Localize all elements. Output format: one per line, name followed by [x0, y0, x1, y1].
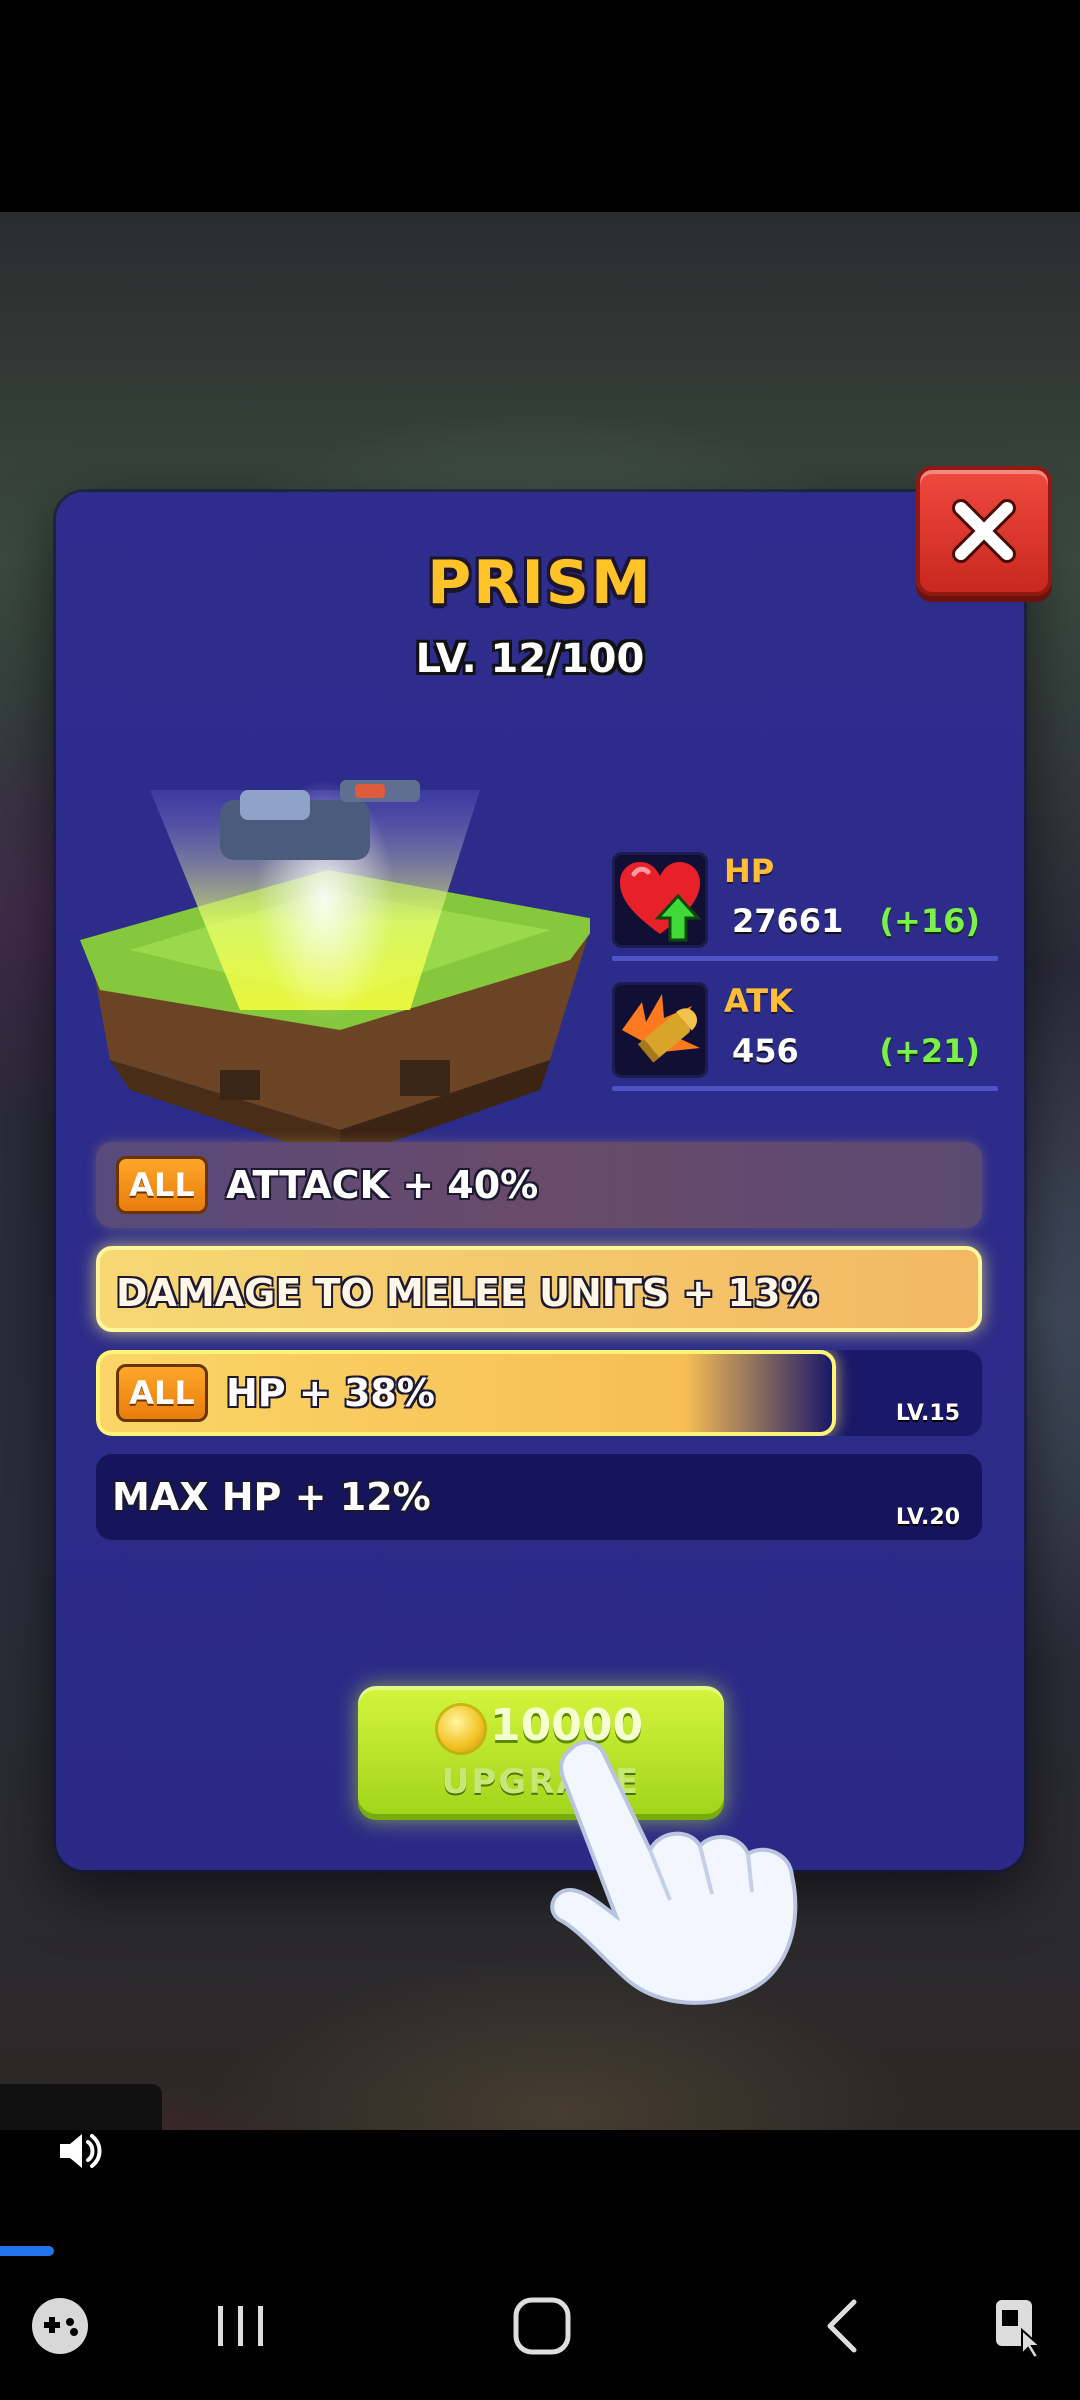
unit-artwork	[80, 780, 590, 1160]
skill-text: ATTACK + 40%	[226, 1163, 539, 1207]
screenshot-icon[interactable]	[982, 2290, 1062, 2362]
stat-bonus: (+16)	[879, 902, 980, 940]
skill-scope-badge: ALL	[116, 1364, 208, 1422]
stat-hp: HP 27661 (+16)	[612, 852, 998, 961]
divider	[612, 956, 998, 961]
skill-row: ALL ATTACK + 40%	[96, 1142, 982, 1228]
skill-row: DAMAGE TO MELEE UNITS + 13%	[96, 1246, 982, 1332]
skill-row: MAX HP + 12% LV.20	[96, 1454, 982, 1540]
video-controls-bar	[0, 2130, 1080, 2250]
stat-value: 27661	[732, 902, 844, 940]
divider	[612, 1086, 998, 1091]
heart-up-icon	[612, 852, 708, 948]
pointing-hand-icon	[550, 1740, 798, 2005]
recent-apps-icon[interactable]	[200, 2290, 280, 2362]
skill-text: DAMAGE TO MELEE UNITS + 13%	[116, 1271, 819, 1315]
skill-text: HP + 38%	[226, 1371, 435, 1415]
home-icon[interactable]	[502, 2290, 582, 2362]
video-progress-bar[interactable]	[0, 2246, 54, 2256]
skill-unlock-level: LV.15	[895, 1401, 960, 1426]
stat-name: HP	[724, 852, 775, 890]
stat-value: 456	[732, 1032, 799, 1070]
stat-name: ATK	[724, 982, 793, 1020]
stat-atk: ATK 456 (+21)	[612, 982, 998, 1091]
speaker-icon[interactable]	[54, 2124, 108, 2178]
unit-level: LV. 12/100	[415, 636, 645, 682]
back-icon[interactable]	[804, 2290, 884, 2362]
stat-bonus: (+21)	[879, 1032, 980, 1070]
skill-row: ALL HP + 38% LV.15	[96, 1350, 982, 1436]
bullet-icon	[612, 982, 708, 1078]
coin-icon	[438, 1706, 484, 1752]
skill-text: MAX HP + 12%	[112, 1475, 431, 1519]
unit-name: PRISM	[427, 548, 653, 618]
game-controller-icon[interactable]	[20, 2290, 100, 2362]
skill-unlock-level: LV.20	[895, 1505, 960, 1530]
skill-scope-badge: ALL	[116, 1156, 208, 1214]
